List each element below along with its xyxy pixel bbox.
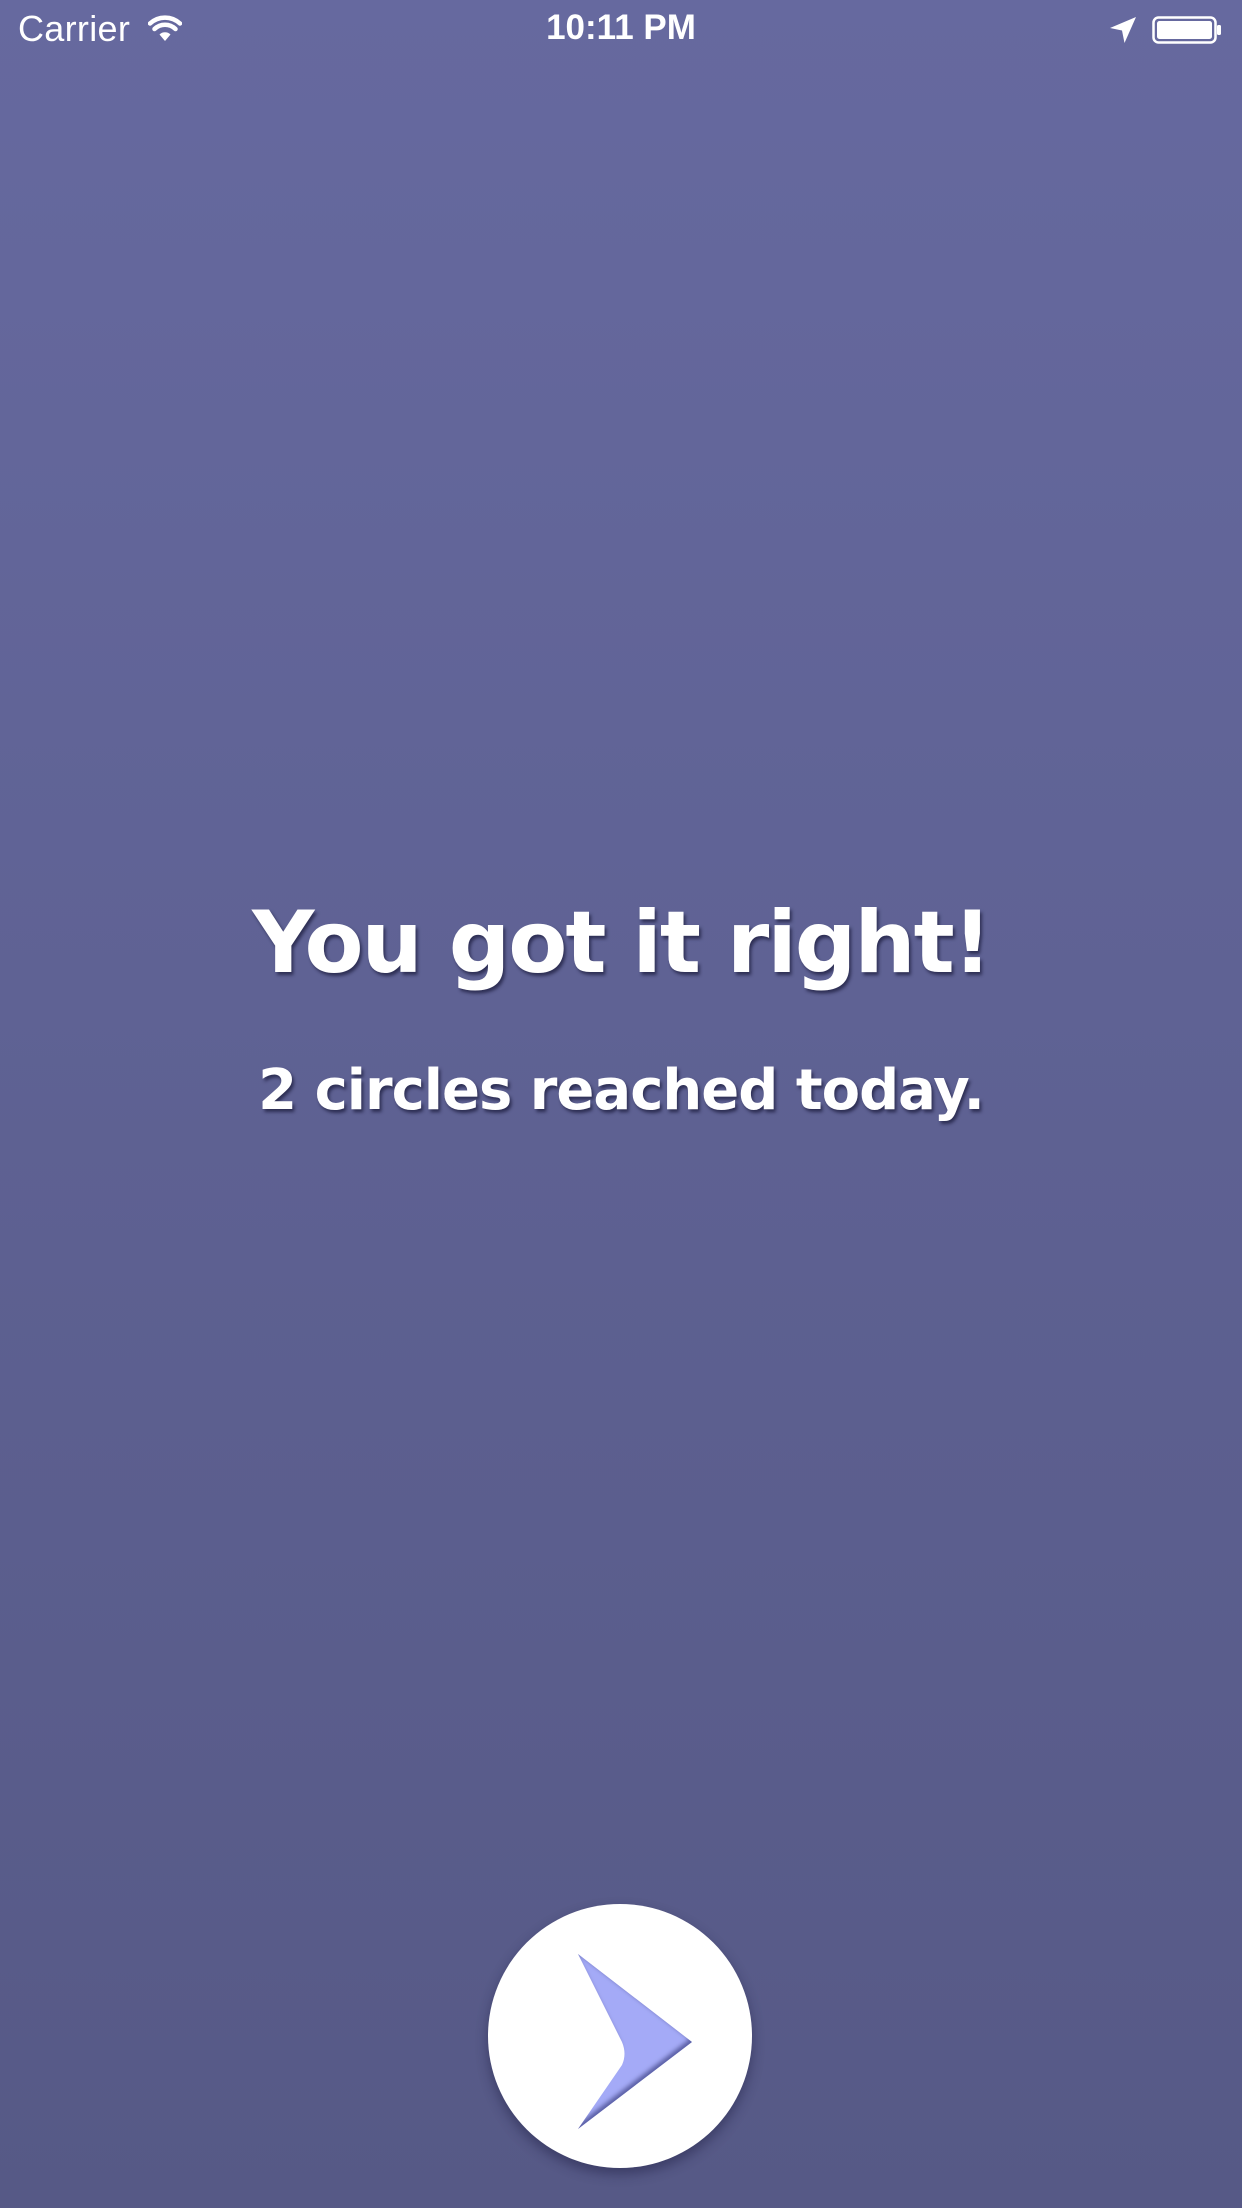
result-headline: You got it right!	[252, 893, 992, 993]
chevron-right-icon	[578, 1954, 692, 2129]
next-button[interactable]	[488, 1904, 752, 2168]
status-time: 10:11 PM	[546, 8, 696, 47]
location-arrow-icon	[1110, 17, 1136, 43]
circles-count-text: 2 circles reached today.	[258, 1058, 985, 1123]
battery-icon	[1152, 16, 1221, 44]
status-bar: Carrier 10:11 PM	[0, 0, 1242, 60]
